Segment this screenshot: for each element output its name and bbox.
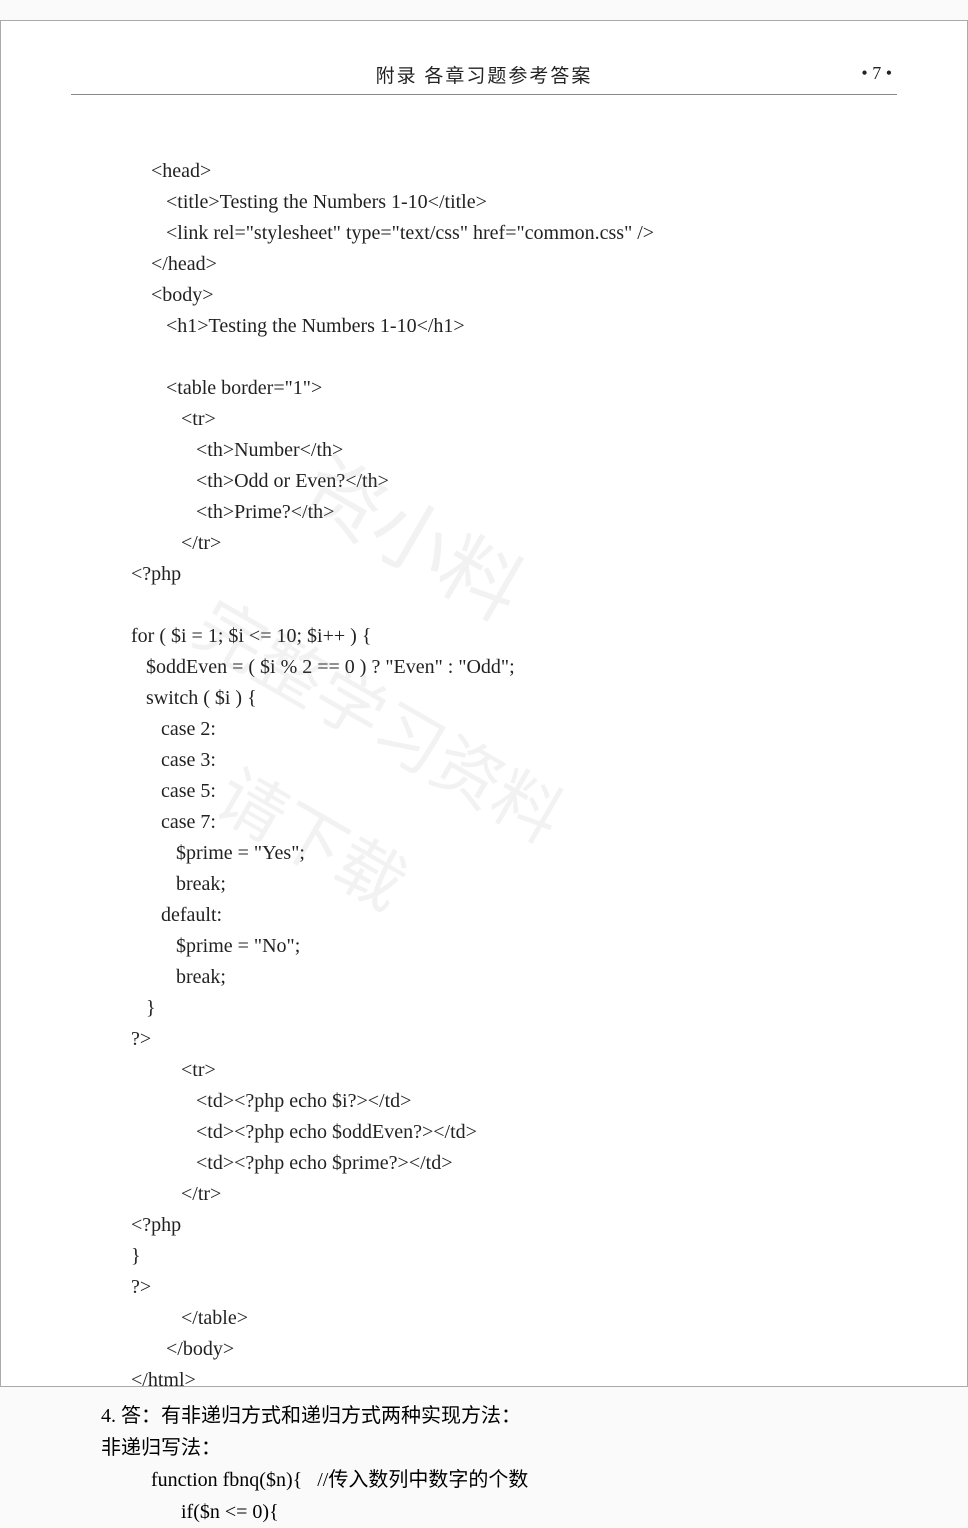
code-line: <body> [151,284,214,306]
page-header: 附录 各章习题参考答案 [71,61,897,95]
code-line: <td><?php echo $oddEven?></td> [151,1121,477,1143]
code-line: </tr> [151,1183,221,1205]
code-line: </table> [151,1307,248,1329]
code-line: </tr> [151,532,221,554]
code-line: <th>Odd or Even?</th> [151,470,389,492]
code-line: </head> [151,253,217,275]
code-line: case 7: [131,811,216,833]
code-line: for ( $i = 1; $i <= 10; $i++ ) { [131,625,371,647]
code-block: <head> <title>Testing the Numbers 1-10</… [151,125,897,1396]
code-line: ?> [131,1028,151,1050]
header-title: 附录 各章习题参考答案 [71,61,897,88]
code-line: <td><?php echo $prime?></td> [151,1152,453,1174]
code-line: <th>Prime?</th> [151,501,334,523]
page-number: • 7 • [861,63,892,84]
code-line: default: [131,904,222,926]
answer-code: function fbnq($n){ //传入数列中数字的个数 if($n <=… [151,1464,897,1528]
answer-intro: 4. 答：有非递归方式和递归方式两种实现方法： [101,1400,897,1432]
document-page: 资小料 完整学习资料 请下载 附录 各章习题参考答案 • 7 • <head> … [0,20,968,1387]
code-line: </body> [151,1338,234,1360]
code-line: } [131,997,156,1019]
question-4: 4. 答：有非递归方式和递归方式两种实现方法： 非递归写法： [71,1400,897,1464]
code-line: </html> [131,1369,196,1391]
code-line: break; [131,966,226,988]
code-line: <tr> [151,408,216,430]
code-line: <?php [131,563,181,585]
code-line: <title>Testing the Numbers 1-10</title> [151,191,487,213]
code-line: $oddEven = ( $i % 2 == 0 ) ? "Even" : "O… [131,656,515,678]
code-line: $prime = "No"; [131,935,300,957]
code-line: switch ( $i ) { [131,687,257,709]
code-line: <th>Number</th> [151,439,343,461]
code-line: $prime = "Yes"; [131,842,305,864]
answer-subtitle: 非递归写法： [101,1432,897,1464]
code-line: case 3: [131,749,216,771]
code-line: <td><?php echo $i?></td> [151,1090,411,1112]
code-line: case 5: [131,780,216,802]
code-line: <link rel="stylesheet" type="text/css" h… [151,222,654,244]
code-line: ?> [131,1276,151,1298]
code-line: } [131,1245,141,1267]
code-line: <tr> [151,1059,216,1081]
code-line: if($n <= 0){ [151,1501,279,1523]
code-line: <table border="1"> [151,377,322,399]
code-line: function fbnq($n){ //传入数列中数字的个数 [151,1469,528,1491]
code-line: <h1>Testing the Numbers 1-10</h1> [151,315,465,337]
code-line: <head> [151,160,211,182]
code-line: break; [131,873,226,895]
code-line: case 2: [131,718,216,740]
code-line: <?php [131,1214,181,1236]
